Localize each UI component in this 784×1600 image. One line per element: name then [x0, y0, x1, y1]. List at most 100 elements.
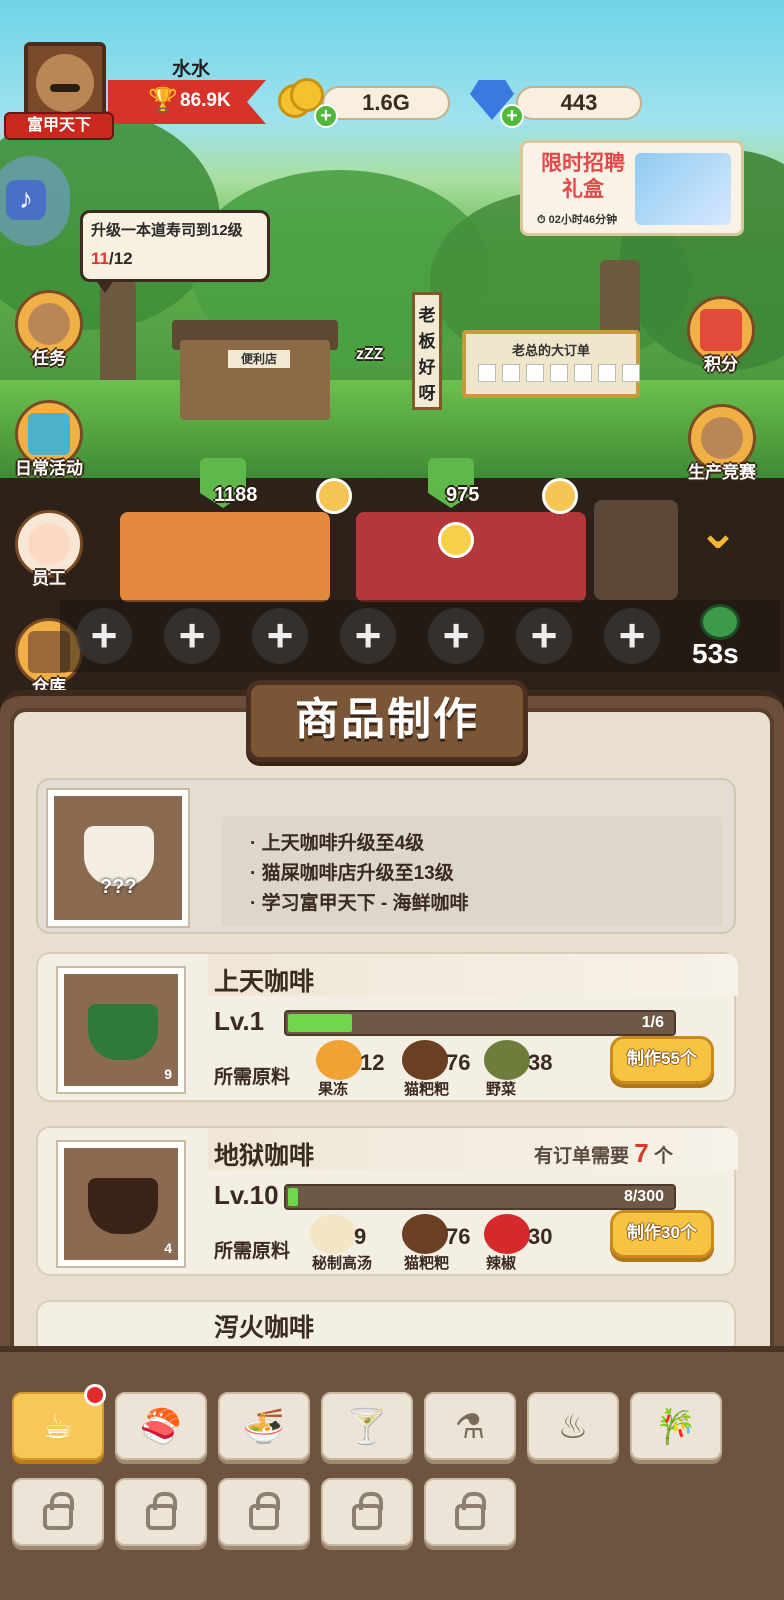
progress-fill [288, 1188, 298, 1206]
seafood-coffee-image: ??? [48, 790, 188, 926]
tab-cocktail[interactable]: 🍸 [321, 1392, 413, 1460]
notification-dot [84, 1384, 106, 1406]
tab-bamboo[interactable]: 🎋 [630, 1392, 722, 1460]
requirement-item: · 猫屎咖啡店升级至13级 [250, 863, 454, 884]
product-card-hell-coffee[interactable]: 4 地狱咖啡 有订单需要 7 个 Lv.10 8/300 所需原料 9 秘制高汤… [36, 1126, 738, 1276]
quest-progress: 11/12 [91, 249, 133, 268]
factory-room-left[interactable] [120, 512, 330, 602]
quest-bubble[interactable]: 升级一本道寿司到12级 11/12 [80, 210, 270, 293]
lock-icon [146, 1492, 177, 1530]
add-slot-button[interactable]: + [164, 608, 220, 664]
product-name: 地狱咖啡 [214, 1142, 315, 1170]
mustache-bear-icon [28, 303, 70, 345]
requirement-item: · 学习富甲天下 - 海鲜咖啡 [250, 893, 469, 914]
tab-noodles[interactable]: 🍜 [218, 1392, 310, 1460]
locked-product-card[interactable]: ??? · 上天咖啡升级至4级 · 猫屎咖啡店升级至13级 · 学习富甲天下 -… [36, 778, 736, 934]
chevron-down-icon[interactable]: ⌄ [682, 508, 754, 560]
add-slot-button[interactable]: + [428, 608, 484, 664]
sushi-icon: 🍣 [139, 1408, 183, 1446]
counter-right: 975 [446, 484, 480, 506]
add-slot-button[interactable]: + [252, 608, 308, 664]
material-item: 12 果冻 [316, 1040, 396, 1098]
tab-locked[interactable] [12, 1478, 104, 1546]
gem-counter: 443 [516, 86, 642, 120]
hell-coffee-image: 4 [58, 1142, 184, 1266]
arcade-machine-icon [28, 413, 70, 455]
trophy-value: 86.9K [180, 90, 231, 111]
player-title: 富甲天下 [4, 112, 114, 140]
smiley-face-icon [28, 523, 70, 565]
progress-fill [288, 1014, 352, 1032]
requirement-item: · 上天咖啡升级至4级 [250, 833, 425, 854]
tab-locked[interactable] [115, 1478, 207, 1546]
tab-locked[interactable] [218, 1478, 310, 1546]
add-slot-button[interactable]: + [516, 608, 572, 664]
player-name: 水水 [172, 59, 211, 80]
lock-icon [249, 1492, 280, 1530]
staff-button[interactable]: 员工 [10, 510, 88, 589]
worker-avatar[interactable] [542, 478, 578, 514]
quest-text: 升级一本道寿司到12级 [91, 222, 243, 239]
wild-herb-icon [484, 1040, 530, 1080]
flask-icon: ⚗ [454, 1408, 486, 1446]
gift-timer: ⏱ 02小时46分钟 [537, 214, 618, 226]
gold-counter: 1.6G [322, 86, 450, 120]
make-button[interactable]: 制作30个 [610, 1210, 714, 1258]
panel-title: 商品制作 [246, 680, 528, 762]
worker-avatar[interactable] [316, 478, 352, 514]
factory-room-right[interactable] [356, 512, 586, 602]
tab-lab[interactable]: ⚗ [424, 1392, 516, 1460]
grill-icon: ♨ [557, 1408, 589, 1446]
points-button[interactable]: 积分 [682, 296, 760, 375]
make-button[interactable]: 制作55个 [610, 1036, 714, 1084]
tab-locked[interactable] [321, 1478, 413, 1546]
tab-sushi[interactable]: 🍣 [115, 1392, 207, 1460]
tiktok-button[interactable]: ♪ [0, 156, 70, 246]
recruit-gift-box[interactable]: 限时招聘礼盒 ⏱ 02小时46分钟 [520, 140, 744, 236]
trophy-icon: 🏆 [148, 87, 178, 114]
daily-activity-button[interactable]: 日常活动 [10, 400, 88, 479]
tab-locked[interactable] [424, 1478, 516, 1546]
chili-pepper-icon [484, 1214, 530, 1254]
tasks-button[interactable]: 任务 [10, 290, 88, 369]
coffee-cup-icon: ☕ [42, 1408, 74, 1446]
product-name: 上天咖啡 [214, 968, 315, 996]
gift-title: 限时招聘礼盒 [541, 152, 625, 201]
add-gold-button[interactable]: + [314, 104, 338, 128]
add-slot-button[interactable]: + [604, 608, 660, 664]
poop-icon [402, 1214, 448, 1254]
product-level: Lv.10 [214, 1180, 279, 1210]
stairs-room [594, 500, 678, 600]
tab-grill[interactable]: ♨ [527, 1392, 619, 1460]
tree-trunk [100, 280, 136, 390]
green-coffee-cup-icon [88, 1004, 158, 1060]
store-sign: 便利店 [228, 350, 290, 368]
cash-box-icon[interactable] [700, 604, 740, 640]
category-tab-bar [0, 1346, 784, 1600]
materials-label: 所需原料 [214, 1067, 291, 1088]
material-item: 76 猫粑粑 [402, 1214, 482, 1272]
boss-order-board[interactable]: 老总的大订单 [462, 330, 640, 398]
product-card-heaven-coffee[interactable]: 9 上天咖啡 Lv.1 1/6 所需原料 12 果冻 76 猫粑粑 38 野菜 … [36, 952, 738, 1102]
add-gem-button[interactable]: + [500, 104, 524, 128]
tiktok-icon: ♪ [6, 180, 46, 220]
build-slots-row: + + + + + + + [60, 600, 780, 672]
lock-icon [352, 1492, 383, 1530]
add-slot-button[interactable]: + [340, 608, 396, 664]
level-progress-bar: 8/300 [284, 1184, 676, 1210]
add-slot-button[interactable]: + [76, 608, 132, 664]
poop-icon [402, 1040, 448, 1080]
cocktail-icon: 🍸 [345, 1408, 389, 1446]
material-item: 76 猫粑粑 [402, 1040, 482, 1098]
product-name: 泻火咖啡 [214, 1314, 315, 1342]
material-item: 30 辣椒 [484, 1214, 564, 1272]
gift-box-icon [700, 309, 742, 351]
jelly-icon [316, 1040, 362, 1080]
collect-timer: 53s [692, 638, 739, 669]
lock-icon [455, 1492, 486, 1530]
noodle-bowl-icon: 🍜 [242, 1408, 286, 1446]
soup-bowl-icon [310, 1214, 356, 1254]
sleep-indicator: zZZ [356, 346, 384, 363]
chef-bear-trophy-icon [701, 417, 743, 459]
production-contest-button[interactable]: 生产竞赛 [672, 404, 772, 483]
